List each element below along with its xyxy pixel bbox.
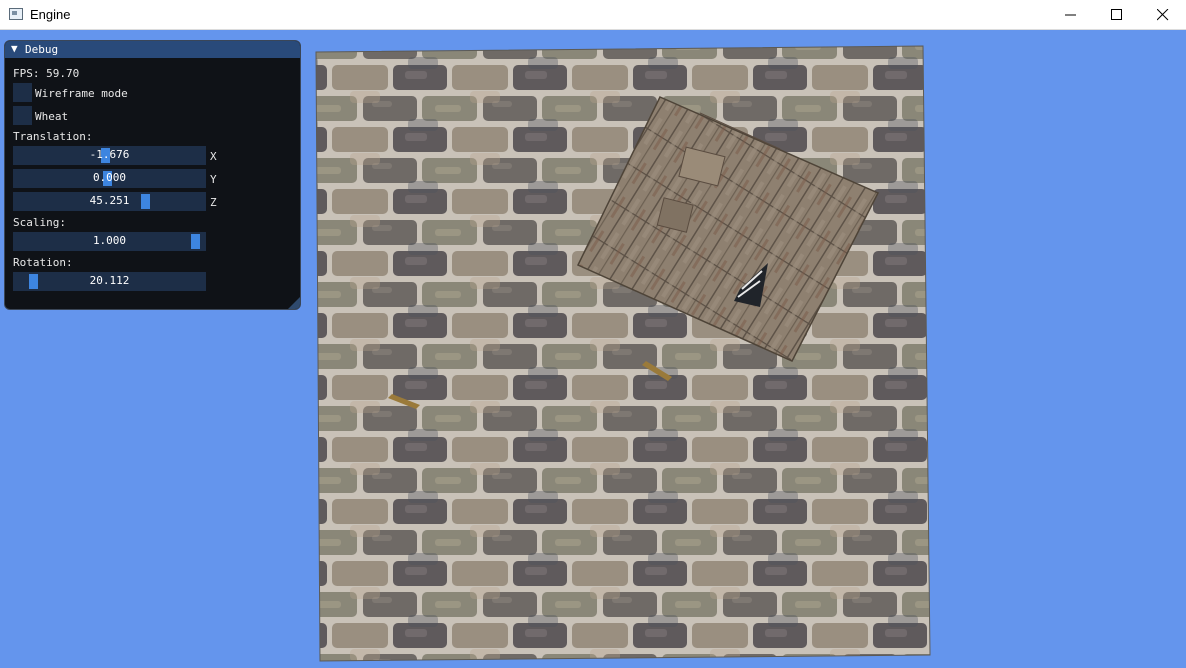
app-window-icon xyxy=(9,8,23,20)
scaling-slider[interactable]: 1.000 xyxy=(13,232,206,251)
debug-panel[interactable]: ▼ Debug FPS: 59.70 Wireframe mode Wheat … xyxy=(4,40,301,310)
maximize-button[interactable] xyxy=(1094,0,1140,30)
translation-label: Translation: xyxy=(13,130,93,143)
debug-panel-title: Debug xyxy=(25,43,59,56)
minimize-button[interactable] xyxy=(1048,0,1094,30)
wheat-label: Wheat xyxy=(35,110,69,123)
fps-readout: FPS: 59.70 xyxy=(13,67,80,80)
scaling-value: 1.000 xyxy=(92,234,127,247)
translation-y-slider[interactable]: 0.000 xyxy=(13,169,206,188)
translation-x-value: -1.676 xyxy=(89,148,130,161)
rotation-value: 20.112 xyxy=(89,274,130,287)
wheat-checkbox[interactable] xyxy=(13,106,32,125)
window-title: Engine xyxy=(30,7,71,22)
axis-y-label: Y xyxy=(210,173,217,186)
minimize-icon xyxy=(1065,14,1076,16)
wireframe-label: Wireframe mode xyxy=(35,87,128,100)
axis-x-label: X xyxy=(210,150,217,163)
brick-wall-quad xyxy=(315,45,931,662)
axis-z-label: Z xyxy=(210,196,217,209)
title-bar[interactable]: Engine xyxy=(0,0,1186,30)
translation-x-slider[interactable]: -1.676 xyxy=(13,146,206,165)
close-icon xyxy=(1157,9,1169,21)
close-button[interactable] xyxy=(1140,0,1186,30)
scaling-label: Scaling: xyxy=(13,216,66,229)
debug-panel-header[interactable]: ▼ Debug xyxy=(5,41,300,58)
translation-z-value: 45.251 xyxy=(89,194,130,207)
collapse-arrow-icon[interactable]: ▼ xyxy=(11,42,18,55)
translation-z-slider[interactable]: 45.251 xyxy=(13,192,206,211)
resize-grip-icon[interactable] xyxy=(288,297,300,309)
rotation-label: Rotation: xyxy=(13,256,73,269)
rotation-slider[interactable]: 20.112 xyxy=(13,272,206,291)
maximize-icon xyxy=(1111,9,1122,20)
wireframe-checkbox[interactable] xyxy=(13,83,32,102)
translation-y-value: 0.000 xyxy=(92,171,127,184)
